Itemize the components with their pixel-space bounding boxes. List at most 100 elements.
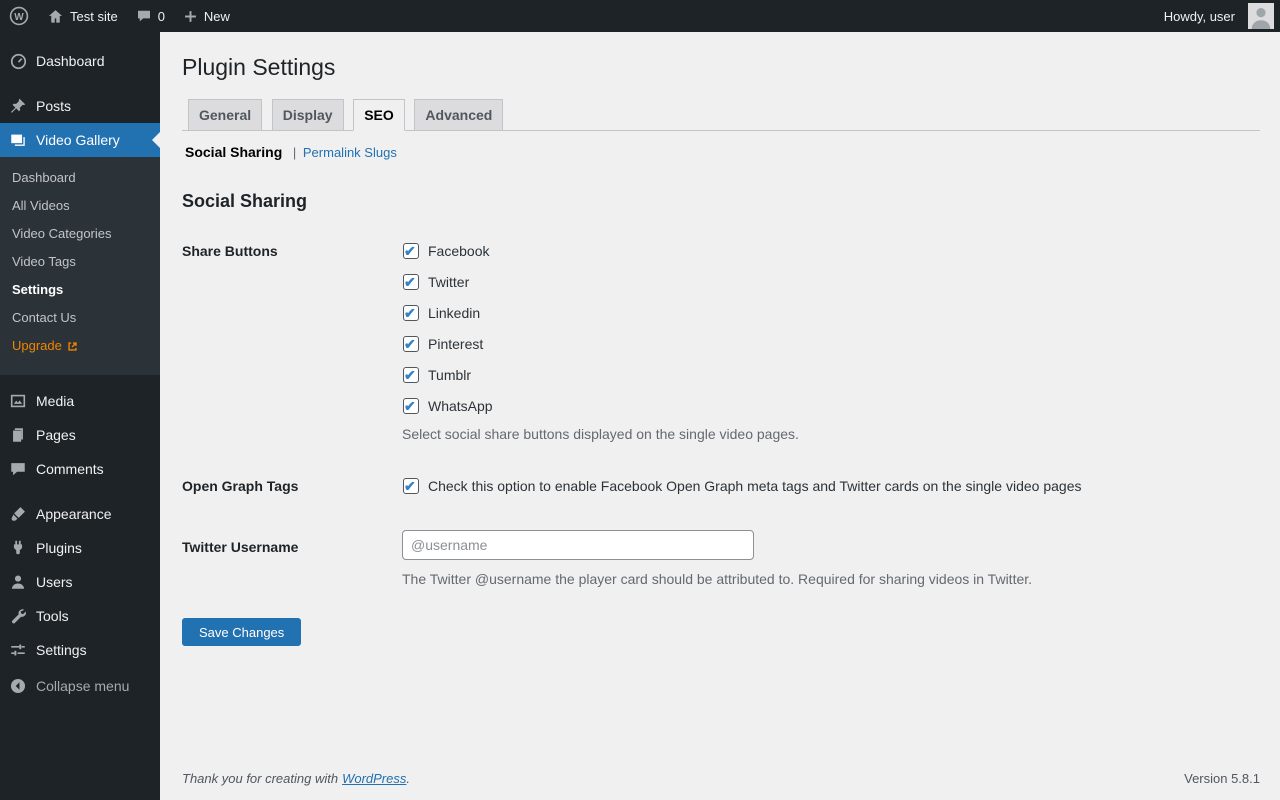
- wordpress-link[interactable]: WordPress: [342, 771, 406, 786]
- share-buttons-description: Select social share buttons displayed on…: [402, 426, 1260, 442]
- sidebar-item-label: Video Gallery: [36, 130, 120, 150]
- sidebar-item-label: Users: [36, 572, 73, 592]
- sidebar-item-settings[interactable]: Settings: [0, 633, 160, 667]
- open-graph-row: Open Graph Tags Check this option to ena…: [182, 475, 1260, 497]
- sidebar-item-media[interactable]: Media: [0, 384, 160, 418]
- submenu-item-video-categories[interactable]: Video Categories: [0, 220, 160, 248]
- collapse-menu-label: Collapse menu: [36, 676, 129, 696]
- sidebar-item-tools[interactable]: Tools: [0, 599, 160, 633]
- admin-footer: Thank you for creating with WordPress. Ve…: [160, 761, 1280, 800]
- avatar: [1248, 3, 1274, 29]
- share-option-label: Linkedin: [428, 302, 480, 324]
- comments-bubble-button[interactable]: 0: [127, 0, 174, 32]
- submenu-item-video-tags[interactable]: Video Tags: [0, 248, 160, 276]
- admin-sidebar: Dashboard Posts Video Gallery Dashboard …: [0, 32, 160, 800]
- wordpress-logo-icon: W: [9, 6, 29, 26]
- twitter-username-description: The Twitter @username the player card sh…: [402, 571, 1260, 587]
- submenu-item-label: Video Tags: [12, 254, 76, 270]
- sidebar-item-comments[interactable]: Comments: [0, 452, 160, 486]
- sidebar-item-label: Comments: [36, 459, 104, 479]
- wordpress-logo-button[interactable]: W: [0, 0, 38, 32]
- share-buttons-field: Facebook Twitter Linkedin Pinterest: [402, 240, 1260, 442]
- submenu-item-dashboard[interactable]: Dashboard: [0, 164, 160, 192]
- subnav-link-permalink-slugs[interactable]: Permalink Slugs: [303, 145, 397, 160]
- subnav-current-social-sharing: Social Sharing: [185, 144, 282, 160]
- submenu-item-contact-us[interactable]: Contact Us: [0, 304, 160, 332]
- sidebar-item-label: Appearance: [36, 504, 112, 524]
- share-option-facebook[interactable]: Facebook: [402, 240, 1260, 262]
- tab-general[interactable]: General: [188, 99, 262, 131]
- tumblr-checkbox[interactable]: [403, 367, 419, 383]
- sidebar-item-dashboard[interactable]: Dashboard: [0, 44, 160, 78]
- sidebar-item-pages[interactable]: Pages: [0, 418, 160, 452]
- paintbrush-icon: [8, 504, 28, 524]
- twitter-checkbox[interactable]: [403, 274, 419, 290]
- open-graph-field: Check this option to enable Facebook Ope…: [402, 475, 1260, 497]
- home-icon: [47, 8, 64, 25]
- section-heading: Social Sharing: [182, 191, 1260, 212]
- menu-separator: [0, 78, 160, 89]
- collapse-menu-button[interactable]: Collapse menu: [0, 669, 160, 703]
- seo-subnav: Social Sharing | Permalink Slugs: [185, 144, 1260, 160]
- content-area: Plugin Settings General Display SEO Adva…: [160, 32, 1280, 800]
- howdy-label: Howdy, user: [1164, 9, 1235, 24]
- comment-bubble-icon: [136, 8, 152, 24]
- sidebar-item-label: Settings: [36, 640, 87, 660]
- sidebar-item-posts[interactable]: Posts: [0, 89, 160, 123]
- page-wrapper: Dashboard Posts Video Gallery Dashboard …: [0, 0, 1280, 800]
- tab-display[interactable]: Display: [272, 99, 344, 131]
- tab-seo[interactable]: SEO: [353, 99, 405, 131]
- share-option-tumblr[interactable]: Tumblr: [402, 364, 1260, 386]
- share-option-label: Facebook: [428, 240, 489, 262]
- sidebar-item-users[interactable]: Users: [0, 565, 160, 599]
- submenu-item-settings[interactable]: Settings: [0, 276, 160, 304]
- site-name-label: Test site: [70, 9, 118, 24]
- sidebar-item-plugins[interactable]: Plugins: [0, 531, 160, 565]
- open-graph-option[interactable]: Check this option to enable Facebook Ope…: [402, 475, 1260, 497]
- open-graph-checkbox-label: Check this option to enable Facebook Ope…: [428, 475, 1081, 497]
- facebook-checkbox[interactable]: [403, 243, 419, 259]
- settings-tabs: General Display SEO Advanced: [182, 99, 1260, 131]
- save-changes-button[interactable]: Save Changes: [182, 618, 301, 646]
- whatsapp-checkbox[interactable]: [403, 398, 419, 414]
- submenu-item-upgrade[interactable]: Upgrade: [0, 332, 160, 360]
- plugin-settings-page: Plugin Settings General Display SEO Adva…: [160, 32, 1280, 761]
- tab-advanced[interactable]: Advanced: [414, 99, 503, 131]
- share-option-label: Tumblr: [428, 364, 471, 386]
- submenu-item-label: Dashboard: [12, 170, 76, 186]
- collapse-icon: [8, 676, 28, 696]
- wrench-icon: [8, 606, 28, 626]
- pinterest-checkbox[interactable]: [403, 336, 419, 352]
- open-graph-checkbox[interactable]: [403, 478, 419, 494]
- svg-text:W: W: [14, 12, 24, 23]
- comments-icon: [8, 459, 28, 479]
- linkedin-checkbox[interactable]: [403, 305, 419, 321]
- twitter-username-label: Twitter Username: [182, 530, 402, 558]
- sidebar-item-label: Pages: [36, 425, 76, 445]
- share-option-linkedin[interactable]: Linkedin: [402, 302, 1260, 324]
- share-option-label: WhatsApp: [428, 395, 493, 417]
- pushpin-icon: [8, 96, 28, 116]
- footer-version: Version 5.8.1: [1184, 771, 1260, 786]
- sidebar-item-video-gallery[interactable]: Video Gallery: [0, 123, 160, 157]
- site-name-link[interactable]: Test site: [38, 0, 127, 32]
- sidebar-item-label: Dashboard: [36, 51, 105, 71]
- menu-separator: [0, 486, 160, 497]
- sidebar-item-label: Media: [36, 391, 74, 411]
- page-title: Plugin Settings: [182, 53, 1260, 83]
- new-content-button[interactable]: New: [174, 0, 239, 32]
- share-option-pinterest[interactable]: Pinterest: [402, 333, 1260, 355]
- dashboard-icon: [8, 51, 28, 71]
- subnav-separator: |: [293, 145, 296, 160]
- submenu-item-all-videos[interactable]: All Videos: [0, 192, 160, 220]
- footer-suffix: .: [406, 771, 410, 786]
- sidebar-item-appearance[interactable]: Appearance: [0, 497, 160, 531]
- twitter-username-input[interactable]: [402, 530, 754, 560]
- share-option-whatsapp[interactable]: WhatsApp: [402, 395, 1260, 417]
- user-icon: [8, 572, 28, 592]
- sidebar-item-label: Plugins: [36, 538, 82, 558]
- my-account-button[interactable]: Howdy, user: [1155, 0, 1280, 32]
- share-option-twitter[interactable]: Twitter: [402, 271, 1260, 293]
- footer-thanks-text: Thank you for creating with: [182, 771, 338, 786]
- video-gallery-submenu: Dashboard All Videos Video Categories Vi…: [0, 157, 160, 375]
